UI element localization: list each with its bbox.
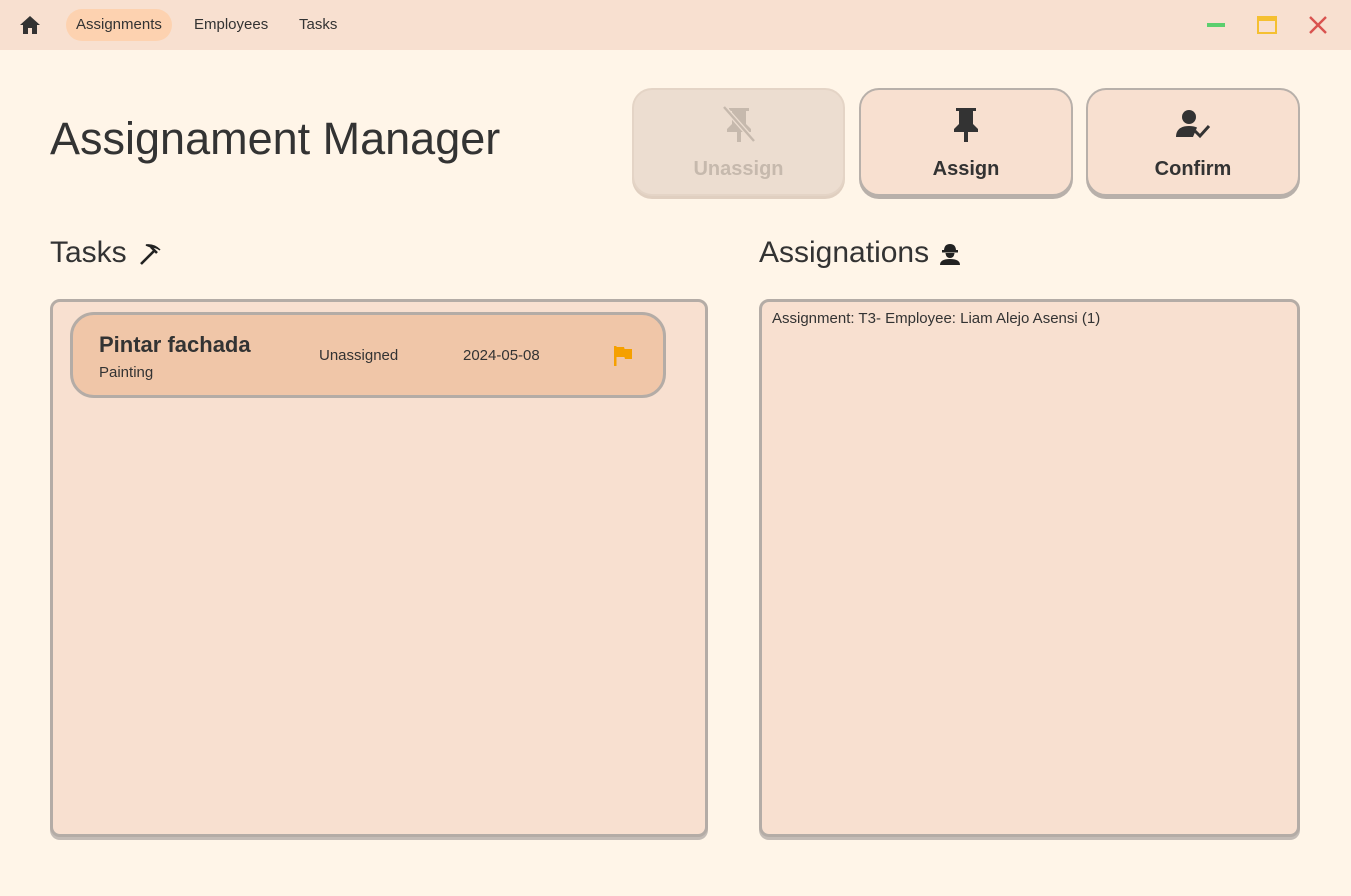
flag-icon — [614, 346, 632, 366]
nav-tab-tasks[interactable]: Tasks — [289, 9, 347, 41]
task-name: Pintar fachada — [99, 332, 251, 357]
task-status: Unassigned — [319, 347, 399, 364]
tasks-heading: Tasks — [50, 236, 163, 270]
maximize-button[interactable] — [1255, 13, 1279, 37]
task-date: 2024-05-08 — [463, 347, 540, 364]
assignment-item[interactable]: Assignment: T3- Employee: Liam Alejo Ase… — [772, 310, 1100, 327]
unpin-icon — [721, 105, 756, 143]
nav-tab-assignments[interactable]: Assignments — [66, 9, 172, 41]
page-title: Assignament Manager — [50, 113, 501, 164]
tasks-heading-label: Tasks — [50, 236, 127, 269]
unassign-button[interactable]: Unassign — [632, 88, 845, 196]
task-category: Painting — [99, 364, 154, 381]
unassign-label: Unassign — [693, 158, 784, 180]
assignations-heading: Assignations — [759, 236, 961, 270]
assign-label: Assign — [932, 158, 1000, 180]
home-icon[interactable] — [18, 13, 42, 37]
pickaxe-icon — [139, 244, 161, 265]
task-card[interactable]: Pintar fachada Painting Unassigned 2024-… — [70, 312, 666, 398]
worker-icon — [940, 244, 961, 266]
minimize-button[interactable] — [1204, 13, 1228, 37]
pin-icon — [954, 108, 978, 142]
tasks-panel: Pintar fachada Painting Unassigned 2024-… — [50, 299, 708, 837]
confirm-button[interactable]: Confirm — [1086, 88, 1300, 196]
assignations-heading-label: Assignations — [759, 236, 930, 269]
assign-button[interactable]: Assign — [859, 88, 1073, 196]
person-check-icon — [1176, 110, 1211, 139]
close-button[interactable] — [1306, 13, 1330, 37]
assignations-panel: Assignment: T3- Employee: Liam Alejo Ase… — [759, 299, 1300, 837]
title-bar: Assignments Employees Tasks — [0, 0, 1351, 50]
confirm-label: Confirm — [1154, 158, 1232, 180]
nav-tab-employees[interactable]: Employees — [184, 9, 278, 41]
